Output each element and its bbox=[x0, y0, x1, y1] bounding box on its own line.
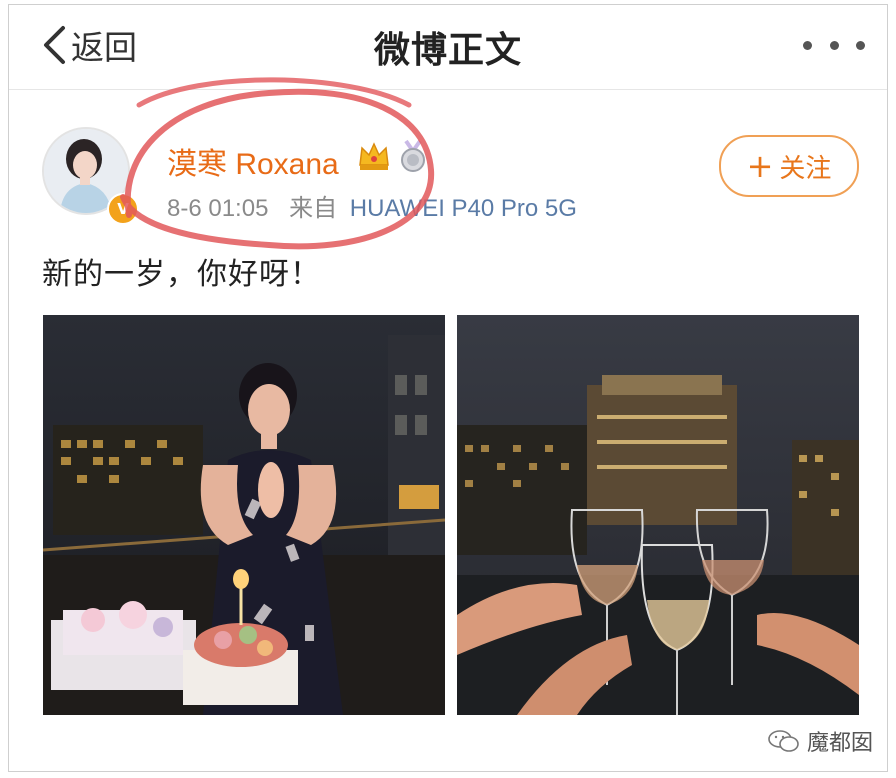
post-text: 新的一岁，你好呀！ bbox=[42, 257, 321, 292]
wechat-watermark: 魔都囡 bbox=[767, 725, 873, 757]
more-dots-icon[interactable] bbox=[803, 33, 865, 57]
plus-icon: + bbox=[746, 147, 774, 185]
post-photo-toast[interactable] bbox=[457, 315, 859, 715]
annotation-circle bbox=[120, 77, 435, 250]
wechat-icon bbox=[768, 730, 799, 752]
post-photo-birthday[interactable] bbox=[43, 315, 445, 715]
follow-button[interactable]: + 关注 bbox=[719, 135, 859, 197]
weibo-post-screen: 返回 微博正文 V 漠寒 Roxana 8-6 01:05 来自 HUAWEI … bbox=[8, 4, 888, 772]
page-title: 微博正文 bbox=[373, 30, 522, 71]
watermark-label: 魔都囡 bbox=[806, 731, 873, 756]
follow-label: 关注 bbox=[779, 153, 832, 184]
